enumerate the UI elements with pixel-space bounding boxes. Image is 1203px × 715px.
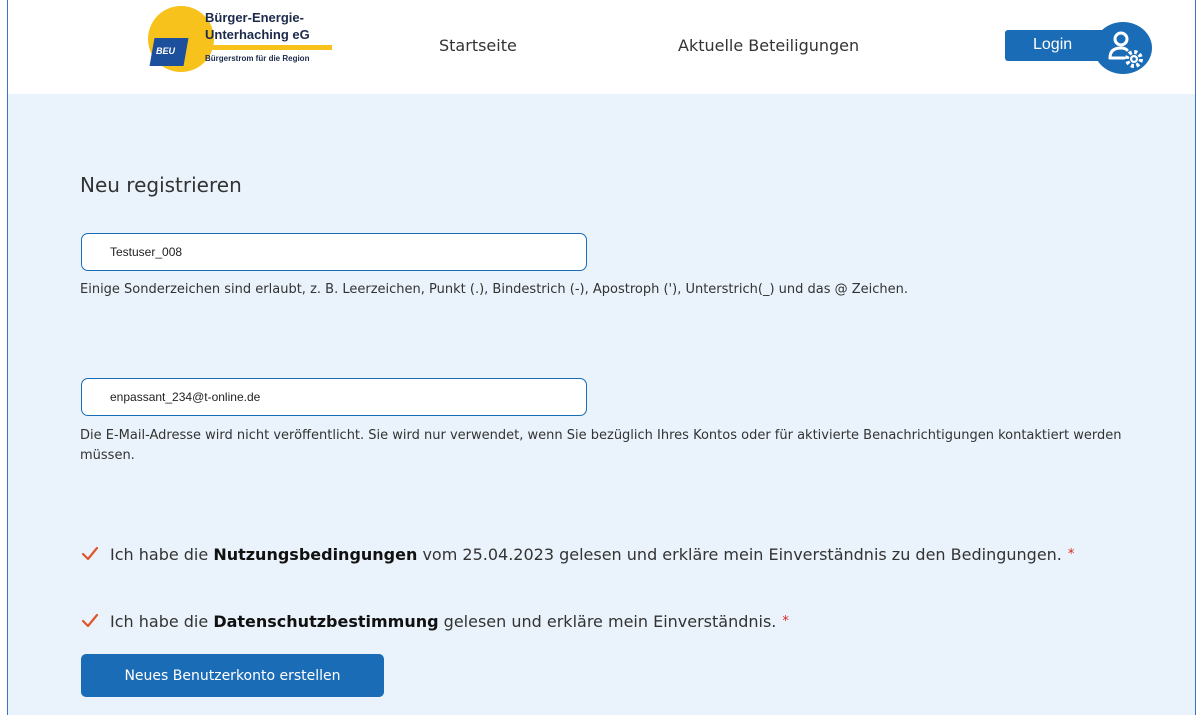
checkmark-icon <box>81 546 99 561</box>
logo-tagline: Bürgerstrom für die Region <box>205 54 310 63</box>
terms-checkbox-row: Ich habe die Nutzungsbedingungen vom 25.… <box>80 544 1074 564</box>
site-logo[interactable]: BEU Bürger-Energie- Unterhaching eG Bürg… <box>148 6 348 82</box>
username-help-text: Einige Sonderzeichen sind erlaubt, z. B.… <box>80 282 909 297</box>
login-button-label: Login <box>1033 36 1073 53</box>
privacy-checkbox-row: Ich habe die Datenschutzbestimmung geles… <box>80 611 789 631</box>
checkmark-icon <box>81 613 99 628</box>
required-marker: * <box>782 613 789 629</box>
nav-link-startseite[interactable]: Startseite <box>439 36 517 55</box>
email-help-text: Die E-Mail-Adresse wird nicht veröffentl… <box>80 428 1122 463</box>
privacy-link[interactable]: Datenschutzbestimmung <box>213 612 438 631</box>
logo-badge-text: BEU <box>156 46 176 56</box>
privacy-label-before: Ich habe die <box>110 611 214 631</box>
username-input[interactable] <box>81 233 587 271</box>
site-header: BEU Bürger-Energie- Unterhaching eG Bürg… <box>8 0 1195 94</box>
user-settings-icon[interactable] <box>1094 22 1152 74</box>
email-input[interactable] <box>81 378 587 416</box>
terms-checkbox[interactable] <box>80 544 100 564</box>
nav-link-beteiligungen[interactable]: Aktuelle Beteiligungen <box>678 36 859 55</box>
privacy-checkbox[interactable] <box>80 611 100 631</box>
required-marker: * <box>1067 546 1075 562</box>
logo-name-line1: Bürger-Energie- <box>205 10 304 25</box>
terms-label: Ich habe die Nutzungsbedingungen vom 25.… <box>110 545 1062 564</box>
terms-label-after: vom 25.04.2023 gelesen und erkläre mein … <box>417 544 1062 564</box>
terms-link[interactable]: Nutzungsbedingungen <box>213 545 417 564</box>
create-account-button[interactable]: Neues Benutzerkonto erstellen <box>81 654 384 697</box>
logo-name-line2: Unterhaching eG <box>205 27 310 42</box>
terms-label-before: Ich habe die <box>110 544 214 564</box>
privacy-label: Ich habe die Datenschutzbestimmung geles… <box>110 612 776 631</box>
logo-underline <box>205 45 332 50</box>
privacy-label-after: gelesen und erkläre mein Einverständnis. <box>438 611 777 631</box>
page-title: Neu registrieren <box>80 173 242 197</box>
page-frame: BEU Bürger-Energie- Unterhaching eG Bürg… <box>7 0 1196 715</box>
